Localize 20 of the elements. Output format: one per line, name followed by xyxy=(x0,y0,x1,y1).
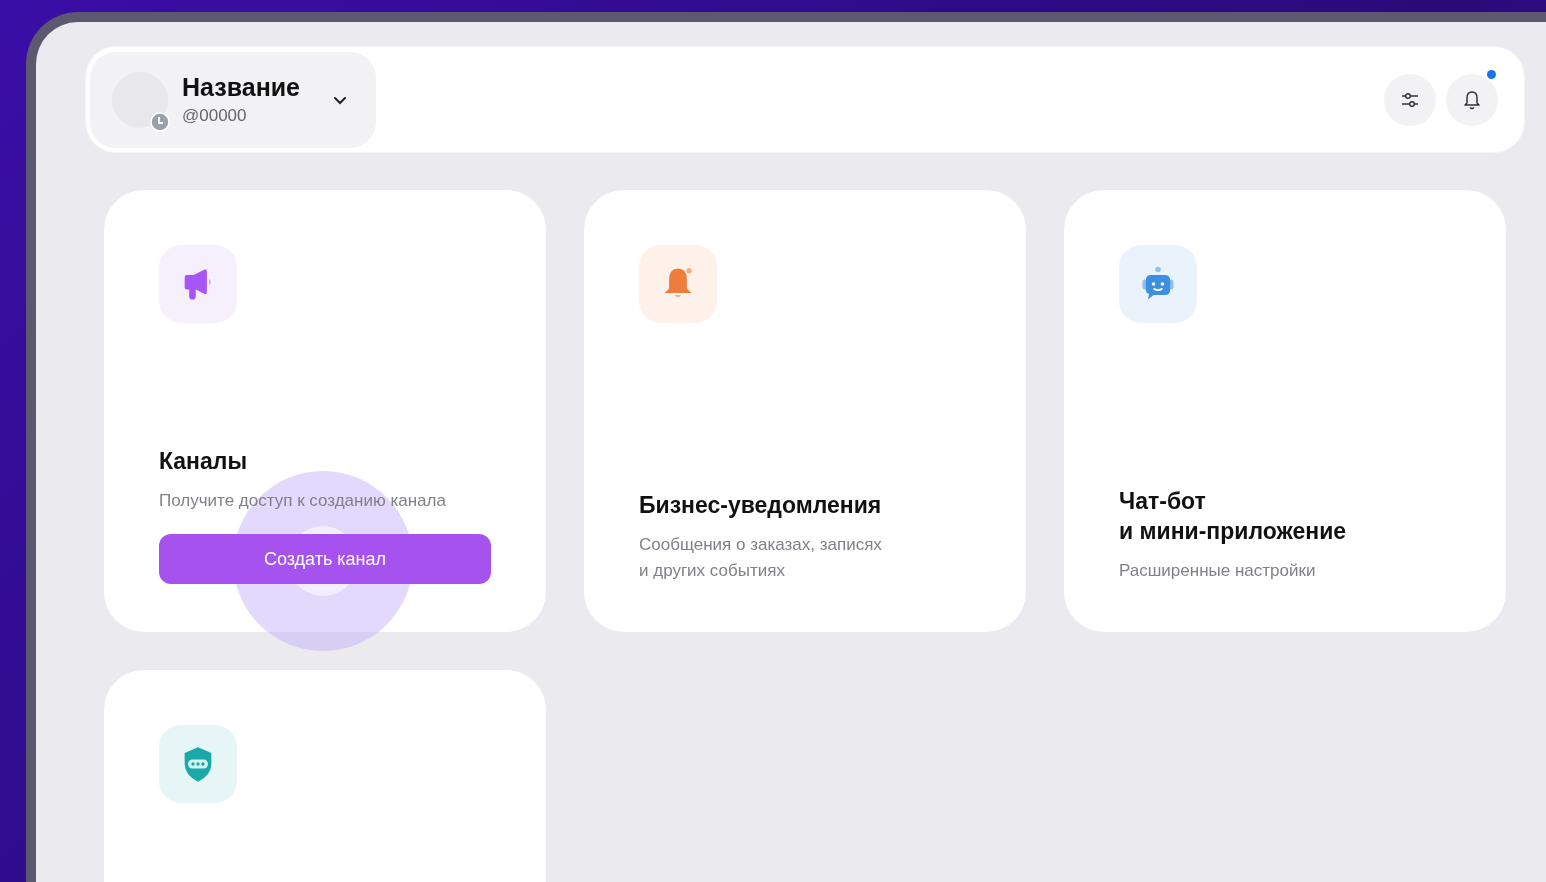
create-channel-button[interactable]: Создать канал xyxy=(159,534,491,584)
megaphone-icon xyxy=(184,269,211,300)
bell-icon xyxy=(664,267,692,298)
card-description: Получите доступ к созданию канала xyxy=(159,490,447,512)
card-title: Каналы xyxy=(159,447,249,476)
robot-icon xyxy=(1142,266,1174,300)
account-handle: @00000 xyxy=(182,106,247,126)
notifications-button[interactable] xyxy=(1446,73,1498,126)
shield-icon xyxy=(184,747,212,782)
card-description: Сообщения о заказах, записях и других событиях xyxy=(639,534,883,582)
service-card[interactable]: Чат-бот и мини-приложение Расширенные настройки xyxy=(1064,190,1506,632)
account-name: Название xyxy=(182,73,300,102)
card-title: Бизнес-уведомления xyxy=(639,491,883,520)
card-title: Чат-бот и мини-приложение xyxy=(1119,487,1348,546)
card-description: Расширенные настройки xyxy=(1119,560,1317,582)
clock-icon xyxy=(150,111,170,132)
service-card[interactable]: Бизнес-уведомления Сообщения о заказах, записях и других событиях xyxy=(584,190,1026,632)
account-switcher[interactable]: Название @00000 xyxy=(90,51,376,148)
bell-icon xyxy=(1461,88,1483,111)
service-card[interactable]: Каналы Получите доступ к созданию канала Создать канал xyxy=(104,190,546,632)
